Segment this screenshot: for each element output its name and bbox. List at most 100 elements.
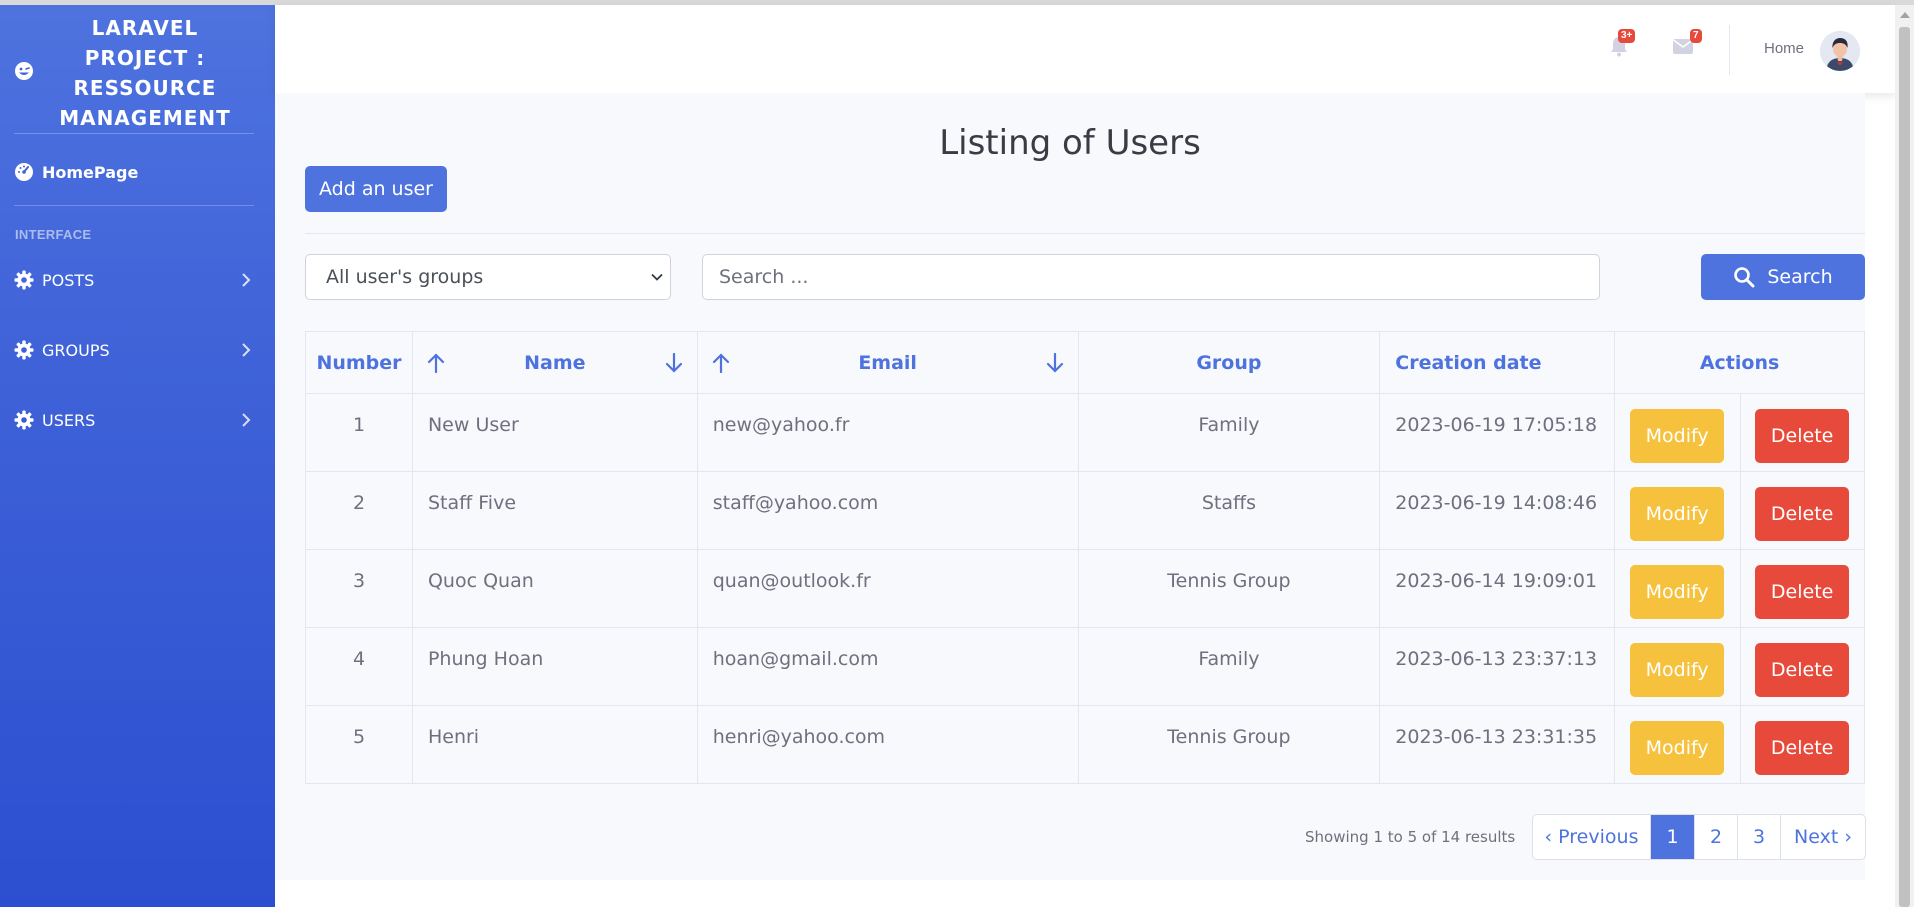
sidebar-item-label: GROUPS	[42, 340, 110, 360]
table-row: 4 Phung Hoan hoan@gmail.com Family 2023-…	[305, 627, 1865, 706]
cell-email: staff@yahoo.com	[696, 471, 1079, 550]
delete-button[interactable]: Delete	[1755, 721, 1850, 775]
cell-email: new@yahoo.fr	[696, 393, 1079, 472]
cell-number: 1	[305, 393, 413, 472]
cell-actions: Modify Delete	[1614, 393, 1865, 472]
modify-button[interactable]: Modify	[1630, 643, 1725, 697]
topbar: 3+ 7 Home	[275, 5, 1895, 93]
topbar-divider	[1729, 25, 1730, 75]
sort-ascending-icon[interactable]	[427, 352, 445, 374]
sidebar-divider	[14, 205, 254, 206]
gear-icon	[14, 410, 34, 430]
chevron-right-icon	[242, 343, 251, 357]
search-input[interactable]	[702, 254, 1600, 300]
delete-button[interactable]: Delete	[1755, 409, 1850, 463]
user-name: Home	[1764, 40, 1805, 57]
main-content: Listing of Users Add an user All user's …	[275, 93, 1866, 880]
cell-name: Staff Five	[411, 471, 698, 550]
cell-number: 2	[305, 471, 413, 550]
column-header-name: Name	[411, 331, 698, 394]
scrollbar-thumb[interactable]	[1899, 27, 1910, 907]
column-header-actions: Actions	[1614, 331, 1865, 394]
table-row: 3 Quoc Quan quan@outlook.fr Tennis Group…	[305, 549, 1865, 628]
sidebar-item-homepage[interactable]: HomePage	[14, 157, 138, 187]
laugh-wink-icon	[15, 62, 33, 80]
sort-descending-icon[interactable]	[665, 352, 683, 374]
pagination-summary: Showing 1 to 5 of 14 results	[1305, 828, 1516, 846]
messages-button[interactable]: 7	[1664, 25, 1704, 65]
column-header-label: Email	[858, 351, 917, 374]
modify-button[interactable]: Modify	[1630, 487, 1725, 541]
sidebar-item-label: POSTS	[42, 270, 95, 290]
pagination-page-1[interactable]: 1	[1651, 815, 1695, 859]
cell-email: quan@outlook.fr	[696, 549, 1079, 628]
user-avatar-icon	[1820, 31, 1860, 71]
cell-number: 3	[305, 549, 413, 628]
cell-number: 4	[305, 627, 413, 706]
cell-group: Staffs	[1077, 471, 1381, 550]
group-filter-select[interactable]: All user's groups	[305, 254, 671, 300]
content-divider	[305, 233, 1865, 234]
column-header-number: Number	[305, 331, 413, 394]
sidebar-brand[interactable]: LARAVEL PROJECT : RESSOURCE MANAGEMENT	[0, 5, 275, 133]
delete-button[interactable]: Delete	[1755, 643, 1850, 697]
modify-button[interactable]: Modify	[1630, 409, 1725, 463]
pagination-next[interactable]: Next ›	[1781, 815, 1865, 859]
search-icon	[1734, 267, 1755, 288]
chevron-down-icon	[651, 273, 663, 281]
table-header-row: Number Name Email Group Creation date Ac…	[305, 331, 1865, 394]
column-header-date: Creation date	[1379, 331, 1616, 394]
table-row: 5 Henri henri@yahoo.com Tennis Group 202…	[305, 705, 1865, 784]
delete-button[interactable]: Delete	[1755, 487, 1850, 541]
modify-button[interactable]: Modify	[1630, 721, 1725, 775]
cell-date: 2023-06-14 19:09:01	[1379, 549, 1616, 628]
search-button[interactable]: Search	[1701, 254, 1865, 300]
actions-divider	[1740, 472, 1742, 549]
sidebar-item-groups[interactable]: GROUPS	[14, 332, 254, 368]
delete-button[interactable]: Delete	[1755, 565, 1850, 619]
gear-icon	[14, 340, 34, 360]
actions-divider	[1740, 628, 1742, 705]
cell-name: Quoc Quan	[411, 549, 698, 628]
pagination: ‹ Previous 1 2 3 Next ›	[1532, 814, 1866, 860]
add-user-button[interactable]: Add an user	[305, 166, 447, 212]
sidebar-item-label: HomePage	[42, 162, 139, 182]
alerts-count-badge: 3+	[1618, 29, 1636, 43]
cell-email: henri@yahoo.com	[696, 705, 1079, 784]
cell-name: Henri	[411, 705, 698, 784]
sidebar-section-heading: INTERFACE	[15, 227, 92, 242]
avatar[interactable]	[1820, 31, 1860, 71]
alerts-button[interactable]: 3+	[1600, 25, 1640, 65]
cell-name: Phung Hoan	[411, 627, 698, 706]
sidebar-item-posts[interactable]: POSTS	[14, 262, 254, 298]
modify-button[interactable]: Modify	[1630, 565, 1725, 619]
sidebar-item-users[interactable]: USERS	[14, 402, 254, 438]
gear-icon	[14, 270, 34, 290]
messages-count-badge: 7	[1690, 29, 1702, 43]
brand-title: LARAVEL PROJECT : RESSOURCE MANAGEMENT	[59, 16, 231, 130]
actions-divider	[1740, 706, 1742, 783]
sidebar-divider	[14, 133, 254, 134]
column-header-group: Group	[1077, 331, 1381, 394]
pagination-page-3[interactable]: 3	[1738, 815, 1781, 859]
pagination-page-2[interactable]: 2	[1695, 815, 1738, 859]
scroll-up-arrow-icon[interactable]	[1900, 12, 1910, 18]
table-row: 1 New User new@yahoo.fr Family 2023-06-1…	[305, 393, 1865, 472]
pagination-previous[interactable]: ‹ Previous	[1533, 815, 1651, 859]
sidebar-item-label: USERS	[42, 410, 96, 430]
page-scrollbar[interactable]	[1895, 5, 1914, 907]
table-row: 2 Staff Five staff@yahoo.com Staffs 2023…	[305, 471, 1865, 550]
actions-divider	[1740, 550, 1742, 627]
sort-ascending-icon[interactable]	[712, 352, 730, 374]
chevron-right-icon	[242, 413, 251, 427]
column-header-email: Email	[696, 331, 1079, 394]
cell-actions: Modify Delete	[1614, 549, 1865, 628]
cell-actions: Modify Delete	[1614, 627, 1865, 706]
sort-descending-icon[interactable]	[1046, 352, 1064, 374]
cell-date: 2023-06-13 23:31:35	[1379, 705, 1616, 784]
cell-number: 5	[305, 705, 413, 784]
sidebar: LARAVEL PROJECT : RESSOURCE MANAGEMENT H…	[0, 5, 275, 907]
group-filter-value: All user's groups	[326, 266, 484, 288]
cell-email: hoan@gmail.com	[696, 627, 1079, 706]
chevron-right-icon	[242, 273, 251, 287]
